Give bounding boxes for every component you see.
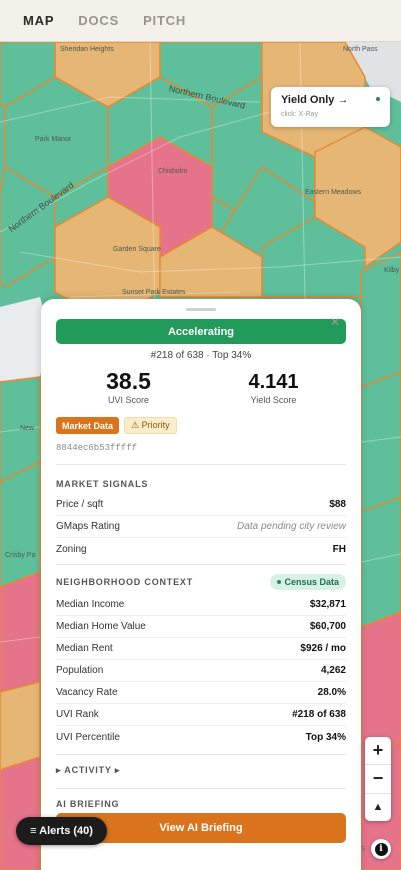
hex-id: 8844ec6b53fffff [56,443,138,453]
neighborhood-list: Median Income $32,871 Median Home Value … [56,594,346,748]
uvi-score: 38.5 UVI Score [56,369,201,409]
close-icon[interactable]: ✕ [330,315,340,329]
yield-mode-card[interactable]: Yield Only → click: X-Ray [271,87,390,127]
rank-summary: #218 of 638 · Top 34% [150,350,252,361]
tab-docs[interactable]: DOCS [78,13,119,28]
map-label: Eastern Meadows [305,189,362,196]
neighborhood-header: NEIGHBORHOOD CONTEXT Census Data [56,573,346,591]
row-value: Data pending city review [237,521,346,532]
map-attribution: s [361,843,366,853]
row-value: FH [332,543,346,555]
sheet-drag-handle[interactable] [186,308,216,311]
row-label: Price / sqft [56,499,104,510]
map-label: Crisby Pa [5,552,36,559]
info-button[interactable]: i [371,839,391,859]
divider [56,464,346,465]
row-label: UVI Percentile [56,731,120,743]
zoom-in-button[interactable]: + [365,737,391,766]
ai-briefing-title: AI BRIEFING [56,799,120,809]
uvi-score-label: UVI Score [107,395,149,405]
map-label: Park Manor [35,136,72,143]
map-label: New [20,425,35,432]
row-label: UVI Rank [56,709,99,720]
priority-badge: ⚠ Priority [124,417,177,434]
market-data-badge: Market Data [56,417,120,434]
compass-button[interactable]: ▲ [365,794,391,821]
hex-cell[interactable] [0,571,41,693]
table-row: Price / sqft $88 [56,494,346,516]
row-value: #218 of 638 [292,709,346,720]
hex-cell[interactable] [360,611,401,758]
zoom-out-button[interactable]: − [365,765,391,794]
hex-cell[interactable] [0,461,41,588]
row-label: Zoning [56,543,87,555]
row-value: $60,700 [309,621,346,632]
hex-cell[interactable] [0,756,41,870]
badge-row: Market Data ⚠ Priority [56,417,346,434]
hex-detail-sheet: ✕ Accelerating #218 of 638 · Top 34% 38.… [41,299,361,870]
uvi-score-value: 38.5 [106,368,151,394]
census-data-badge: Census Data [270,574,346,590]
row-value: $32,871 [309,599,346,610]
yield-mode-title: Yield Only → [281,94,349,106]
census-label: Census Data [284,577,339,587]
row-label: Vacancy Rate [56,687,118,698]
zoom-controls: + − ▲ [365,737,391,821]
row-value: Top 34% [305,731,346,743]
hex-cell[interactable] [0,681,41,771]
status-dot-icon [376,97,380,101]
row-value: 4,262 [320,665,346,676]
info-icon: i [374,842,388,856]
neighborhood-title: NEIGHBORHOOD CONTEXT [56,577,194,587]
table-row: Median Home Value $60,700 [56,616,346,638]
map-label: Sunset Park Estates [122,289,186,296]
divider [56,788,346,789]
table-row: Median Rent $926 / mo [56,638,346,660]
yield-mode-hint: click: X-Ray [281,111,318,118]
row-value: $926 / mo [300,643,346,654]
market-signals-list: Price / sqft $88 GMaps Rating Data pendi… [56,494,346,560]
table-row: Median Income $32,871 [56,594,346,616]
tab-pitch[interactable]: PITCH [143,13,186,28]
status-badge: Accelerating [56,319,346,344]
map-label: Garden Square [113,246,161,253]
map-label: Kilby [384,267,400,274]
table-row: Population 4,262 [56,660,346,682]
row-label: Median Rent [56,643,113,654]
yield-score-value: 4.141 [248,371,299,393]
row-label: Median Income [56,599,125,610]
row-value: 28.0% [317,687,346,698]
row-label: Median Home Value [56,621,146,632]
table-row: UVI Percentile Top 34% [56,726,346,748]
row-label: GMaps Rating [56,521,120,532]
map-label: Sheridan Heights [60,46,114,53]
map-label: North Pass [343,46,378,53]
yield-score-label: Yield Score [250,395,297,405]
table-row: GMaps Rating Data pending city review [56,516,346,538]
map-label: Chisholm [158,168,188,175]
table-row: Zoning FH [56,538,346,560]
dot-icon [277,580,282,584]
divider [56,564,346,565]
alerts-button[interactable]: ≡ Alerts (40) [16,817,107,845]
top-nav: MAP DOCS PITCH [0,0,401,42]
divider [56,754,346,755]
activity-toggle[interactable]: ▸ ACTIVITY ▸ [56,765,346,776]
table-row: Vacancy Rate 28.0% [56,682,346,704]
row-value: $88 [329,499,346,510]
hex-cell[interactable] [360,496,401,628]
score-panel: 38.5 UVI Score 4.141 Yield Score [56,369,346,409]
hex-cell[interactable] [360,371,401,513]
tab-map[interactable]: MAP [23,13,54,28]
table-row: UVI Rank #218 of 638 [56,704,346,726]
market-signals-title: MARKET SIGNALS [56,479,149,489]
yield-score: 4.141 Yield Score [201,369,346,409]
row-label: Population [56,665,104,676]
